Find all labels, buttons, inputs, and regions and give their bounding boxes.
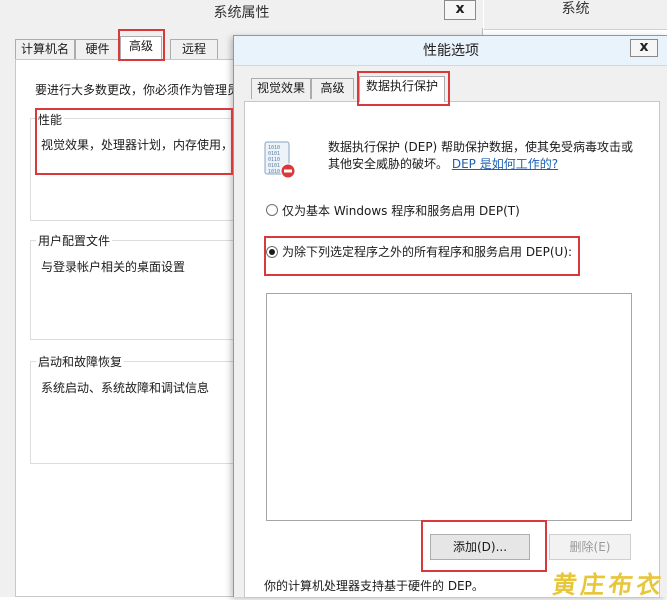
tab-label: 数据执行保护 [365, 79, 438, 93]
user-profiles-description: 与登录帐户相关的桌面设置 [41, 260, 186, 274]
tab-label: 高级 [320, 81, 345, 95]
system-window-title: 系统 [561, 1, 590, 17]
tab-label: 计算机名 [20, 42, 69, 56]
tab-remote[interactable]: 远程 [170, 39, 218, 60]
close-button[interactable]: x [444, 0, 476, 20]
performance-options-dialog: 性能选项 x 视觉效果 高级 数据执行保护 1010 0101 0110 010… [233, 35, 667, 598]
watermark-text: 黄庄布衣 [550, 570, 667, 599]
tab-label: 硬件 [85, 42, 110, 56]
dep-exception-list[interactable] [266, 293, 632, 521]
radio-essential-only[interactable] [266, 204, 278, 216]
admin-notice: 要进行大多数更改，你必须作为管理员 [35, 83, 240, 97]
tab-label: 视觉效果 [256, 81, 305, 95]
radio-essential-label: 仅为基本 Windows 程序和服务启用 DEP(T) [282, 204, 520, 218]
tab-hardware[interactable]: 硬件 [75, 39, 120, 60]
close-icon: x [455, 1, 465, 17]
remove-button[interactable]: 删除(E) [549, 534, 631, 560]
radio-all-except-selected[interactable] [266, 246, 278, 258]
tab-label: 高级 [128, 39, 153, 53]
tab-computer-name[interactable]: 计算机名 [15, 39, 75, 60]
tab-visual-effects[interactable]: 视觉效果 [251, 78, 311, 99]
tab-label: 远程 [181, 42, 206, 56]
startup-recovery-caption: 启动和故障恢复 [36, 353, 125, 370]
dep-description-line1: 数据执行保护 (DEP) 帮助保护数据，使其免受病毒攻击或 [328, 140, 634, 154]
dialog-title: 性能选项 [423, 43, 479, 59]
svg-text:1010: 1010 [268, 169, 280, 175]
dialog-close-button[interactable]: x [630, 39, 658, 57]
tab-advanced-perf[interactable]: 高级 [311, 78, 354, 99]
close-icon: x [639, 39, 649, 55]
tab-advanced[interactable]: 高级 [120, 36, 162, 60]
performance-description: 视觉效果，处理器计划，内存使用， [41, 138, 234, 152]
startup-recovery-description: 系统启动、系统故障和调试信息 [41, 381, 210, 395]
dep-description-line2: 其他安全威胁的破坏。 DEP 是如何工作的? [328, 155, 558, 172]
hardware-dep-status: 你的计算机处理器支持基于硬件的 DEP。 [264, 579, 484, 593]
dep-help-link[interactable]: DEP 是如何工作的? [452, 157, 558, 171]
window-title: 系统属性 [0, 0, 483, 28]
user-profiles-caption: 用户配置文件 [36, 232, 113, 249]
performance-caption: 性能 [36, 111, 65, 128]
radio-all-except-label: 为除下列选定程序之外的所有程序和服务启用 DEP(U): [282, 245, 573, 259]
tab-data-execution-prevention[interactable]: 数据执行保护 [359, 76, 445, 102]
add-button[interactable]: 添加(D)... [430, 534, 530, 560]
dep-shield-icon: 1010 0101 0110 0101 1010 [264, 141, 296, 179]
dep-description-text: 其他安全威胁的破坏。 [328, 157, 449, 171]
